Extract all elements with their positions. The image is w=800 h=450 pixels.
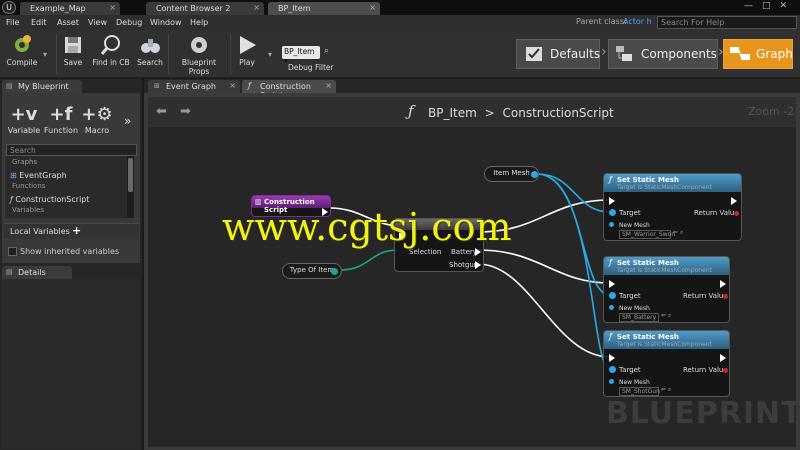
- new-mesh-value: SM_Warrior_Swon: [622, 231, 676, 238]
- item-mesh-output-pin[interactable]: [531, 171, 538, 178]
- browse-icon[interactable]: ⇐ ⌕: [673, 229, 683, 237]
- new-mesh-select[interactable]: SM_ShotGun: [619, 387, 660, 396]
- return-value-pin[interactable]: [723, 294, 728, 299]
- set-static-mesh-node[interactable]: Set Static Mesh ƒ Target is StaticMeshCo…: [603, 173, 742, 241]
- target-pin[interactable]: [609, 292, 616, 299]
- node-subtitle: Target is StaticMeshComponent: [617, 267, 712, 274]
- return-value-pin[interactable]: [723, 368, 728, 373]
- exec-in-pin[interactable]: [609, 280, 615, 288]
- battery-exec-pin[interactable]: [475, 248, 481, 256]
- node-title: Item Mesh: [493, 169, 530, 177]
- new-mesh-select[interactable]: SM_Warrior_Swon: [619, 230, 675, 239]
- new-mesh-pin[interactable]: [609, 305, 614, 310]
- function-icon: ƒ: [609, 332, 612, 341]
- exec-in-pin[interactable]: [609, 354, 615, 362]
- new-mesh-label: New Mesh: [619, 379, 650, 386]
- target-pin[interactable]: [609, 366, 616, 373]
- target-pin[interactable]: [609, 209, 616, 216]
- exec-in-pin[interactable]: [609, 197, 615, 205]
- node-title: Set Static Mesh: [617, 259, 679, 267]
- exec-out-pin[interactable]: [720, 280, 726, 288]
- browse-icon[interactable]: ⇐ ⌕: [661, 386, 671, 394]
- function-icon: ƒ: [609, 175, 612, 184]
- node-title: Type Of Item: [289, 266, 335, 274]
- new-mesh-value: SM_ShotGun: [622, 388, 660, 395]
- target-label: Target: [619, 292, 641, 300]
- data-wire: [339, 249, 399, 271]
- exec-out-pin[interactable]: [731, 197, 737, 205]
- set-static-mesh-node[interactable]: Set Static Mesh ƒ Target is StaticMeshCo…: [603, 330, 730, 397]
- return-value-label: Return Value: [694, 209, 739, 217]
- selection-label: Selection: [409, 248, 442, 256]
- return-value-pin[interactable]: [734, 211, 739, 216]
- function-icon: ƒ: [609, 258, 612, 267]
- new-mesh-value: SM_Battery: [622, 314, 657, 321]
- node-subtitle: Target is StaticMeshComponent: [617, 341, 712, 348]
- set-static-mesh-node[interactable]: Set Static Mesh ƒ Target is StaticMeshCo…: [603, 256, 730, 323]
- return-value-label: Return Value: [683, 292, 728, 300]
- new-mesh-label: New Mesh: [619, 305, 650, 312]
- data-wire: [536, 173, 611, 213]
- node-title: Set Static Mesh: [617, 333, 679, 341]
- shotgun-label: Shotgun: [449, 261, 479, 269]
- battery-label: Battery: [451, 248, 477, 256]
- new-mesh-select[interactable]: SM_Battery: [619, 313, 659, 322]
- target-label: Target: [619, 209, 641, 217]
- shotgun-exec-pin[interactable]: [475, 261, 481, 269]
- node-title: Set Static Mesh: [617, 176, 679, 184]
- exec-wire: [477, 263, 611, 358]
- exec-out-pin[interactable]: [720, 354, 726, 362]
- new-mesh-pin[interactable]: [609, 222, 614, 227]
- site-watermark: www.cgtsj.com: [222, 205, 512, 249]
- return-value-label: Return Value: [683, 366, 728, 374]
- type-of-item-output-pin[interactable]: [331, 268, 338, 275]
- data-wire: [536, 173, 611, 370]
- new-mesh-label: New Mesh: [619, 222, 650, 229]
- browse-icon[interactable]: ⇐ ⌕: [661, 312, 671, 320]
- node-subtitle: Target is StaticMeshComponent: [617, 184, 712, 191]
- target-label: Target: [619, 366, 641, 374]
- new-mesh-pin[interactable]: [609, 379, 614, 384]
